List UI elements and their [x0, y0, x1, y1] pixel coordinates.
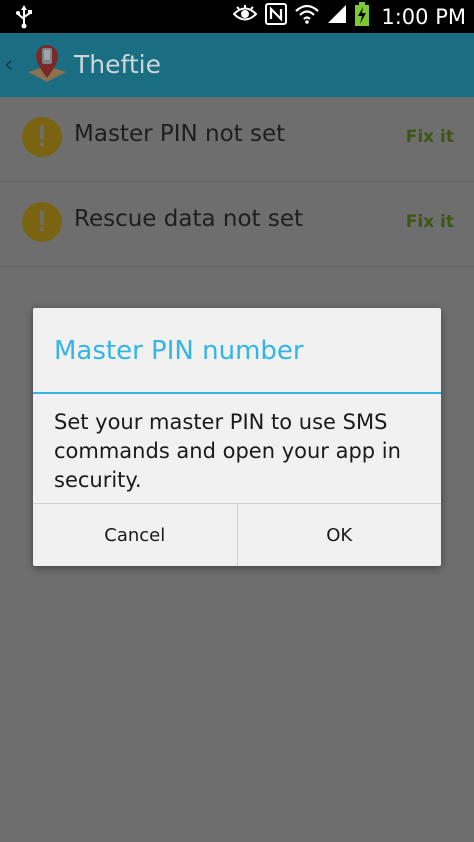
list-item-label: Rescue data not set: [74, 206, 304, 232]
dialog-title-divider: [33, 392, 441, 394]
wifi-icon: [295, 4, 320, 29]
app-logo-icon[interactable]: [24, 42, 70, 88]
dialog-title: Master PIN number: [54, 336, 304, 366]
eye-icon: [232, 5, 258, 28]
app-title: Theftie: [74, 50, 161, 79]
back-chevron-icon[interactable]: ‹: [4, 50, 14, 78]
warning-icon: !: [22, 202, 62, 242]
cancel-button[interactable]: Cancel: [33, 504, 237, 566]
status-bar: 1:00 PM: [0, 0, 474, 33]
list-item: ! Master PIN not set Fix it: [0, 97, 474, 182]
fix-it-button[interactable]: Fix it: [406, 127, 454, 147]
battery-charging-icon: [355, 2, 370, 31]
signal-icon: [327, 4, 347, 29]
status-time: 1:00 PM: [381, 4, 466, 29]
dialog-button-bar: Cancel OK: [33, 503, 441, 566]
list-item: ! Rescue data not set Fix it: [0, 182, 474, 267]
warning-icon: !: [22, 117, 62, 157]
list-item-label: Master PIN not set: [74, 121, 286, 147]
nfc-icon: [265, 3, 288, 30]
usb-icon: [14, 5, 34, 34]
ok-button[interactable]: OK: [236, 504, 442, 566]
action-bar: ‹ Theftie: [0, 33, 474, 97]
fix-it-button[interactable]: Fix it: [406, 212, 454, 232]
dialog-message: Set your master PIN to use SMS commands …: [54, 410, 401, 492]
master-pin-dialog: Master PIN number Set your master PIN to…: [33, 308, 441, 566]
